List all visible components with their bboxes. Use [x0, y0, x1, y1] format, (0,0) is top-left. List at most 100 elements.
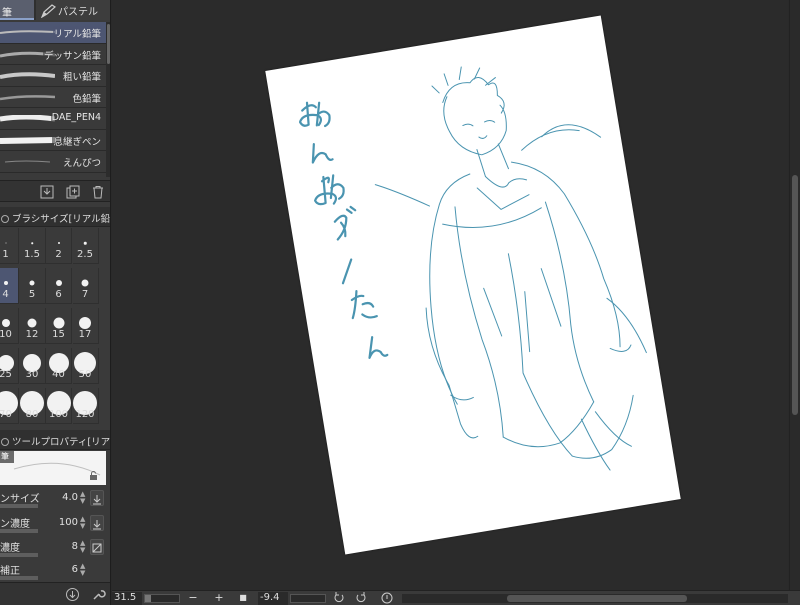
brush-group-tabs: 筆 パステル	[0, 0, 110, 20]
property-value[interactable]: 8	[72, 541, 78, 552]
property-slider[interactable]	[0, 553, 38, 557]
trash-icon[interactable]	[91, 185, 105, 199]
brush-size-cell[interactable]: 80	[19, 388, 46, 424]
property-slider[interactable]	[0, 576, 38, 580]
rotation-slider[interactable]	[290, 594, 326, 603]
brush-size-cell[interactable]: 1	[0, 228, 19, 264]
pressure-button[interactable]	[90, 515, 104, 531]
brush-size-cell[interactable]: 30	[19, 348, 46, 384]
brush-size-label: 2	[55, 249, 62, 260]
property-value[interactable]: 4.0	[62, 492, 78, 503]
settings-icon	[1, 438, 9, 446]
brush-size-header[interactable]: ブラシサイズ[リアル鉛筆	[0, 207, 110, 227]
brush-size-cell[interactable]: 100	[46, 388, 72, 424]
spinner[interactable]: ▲ ▼	[80, 491, 88, 505]
property-value[interactable]: 100	[59, 517, 78, 528]
handwriting-text	[298, 101, 389, 359]
rotation-angle-field[interactable]: -9.4	[258, 592, 288, 605]
property-value[interactable]: 6	[72, 564, 78, 575]
zoom-out-button[interactable]: −	[186, 591, 200, 605]
tab-pencil[interactable]: 筆	[0, 0, 34, 20]
download-icon[interactable]	[40, 185, 54, 199]
rotate-left-icon[interactable]	[332, 591, 346, 605]
brush-item[interactable]: デッサン鉛筆	[0, 43, 106, 65]
brush-stroke-preview	[0, 94, 55, 100]
slash-box-button[interactable]	[90, 539, 104, 555]
pressure-icon	[93, 520, 101, 530]
app-window: 筆 パステル リアル鉛筆 デッサン鉛筆 粗い鉛筆 色鉛筆 DAE_PEN4 息継…	[0, 0, 800, 605]
status-bar: 31.5 − + ■ -9.4	[112, 590, 800, 605]
brush-size-dot	[1, 319, 10, 327]
left-panel: 筆 パステル リアル鉛筆 デッサン鉛筆 粗い鉛筆 色鉛筆 DAE_PEN4 息継…	[0, 0, 111, 605]
pastel-pen-icon	[40, 4, 56, 18]
brush-size-label: 6	[55, 289, 62, 300]
brush-list-scrollbar[interactable]	[106, 22, 110, 177]
brush-size-cell[interactable]: 120	[72, 388, 99, 424]
brush-size-cell[interactable]: 7	[72, 268, 99, 304]
tool-property-header[interactable]: ツールプロパティ[リアル	[0, 430, 110, 450]
brush-size-label: 12	[25, 329, 39, 340]
brush-item[interactable]: 息継ぎペン	[0, 129, 106, 151]
reset-rotation-icon[interactable]	[380, 591, 394, 605]
property-label: 濃度	[0, 543, 20, 554]
download-circle-icon[interactable]	[65, 587, 80, 602]
brush-size-label: 7	[81, 289, 89, 300]
pressure-icon	[93, 495, 101, 505]
brush-size-label: 50	[78, 369, 92, 380]
brush-size-cell[interactable]: 25	[0, 348, 19, 384]
wrench-icon[interactable]	[91, 587, 106, 602]
property-label: ンサイズ	[0, 494, 40, 505]
brush-size-cell[interactable]: 5	[19, 268, 46, 304]
canvas-vertical-scrollbar[interactable]	[789, 0, 800, 590]
settings-icon	[1, 215, 9, 223]
brush-size-cell[interactable]: 70	[0, 388, 19, 424]
scroll-thumb[interactable]	[792, 175, 798, 415]
brush-preview: 筆	[0, 451, 106, 485]
brush-size-cell[interactable]: 10	[0, 308, 19, 344]
brush-size-label: 17	[78, 329, 92, 340]
spinner[interactable]: ▲ ▼	[80, 563, 88, 577]
fit-button[interactable]: ■	[236, 591, 250, 605]
zoom-level-field[interactable]: 31.5	[112, 592, 142, 605]
brush-size-cell[interactable]: 4	[0, 268, 19, 304]
brush-item[interactable]: えんぴつ	[0, 151, 106, 173]
brush-item[interactable]: 色鉛筆	[0, 86, 106, 108]
brush-size-label: 5	[28, 289, 36, 300]
duplicate-icon[interactable]	[66, 185, 80, 199]
pressure-button[interactable]	[90, 490, 104, 506]
canvas-horizontal-scrollbar[interactable]	[402, 594, 788, 603]
brush-name: DAE_PEN4	[50, 112, 102, 123]
brush-size-cell[interactable]: 1.5	[19, 228, 46, 264]
brush-stroke-preview	[0, 30, 55, 34]
rotate-right-icon[interactable]	[354, 591, 368, 605]
scroll-thumb[interactable]	[107, 24, 110, 64]
brush-size-cell[interactable]: 40	[46, 348, 72, 384]
spinner[interactable]: ▲ ▼	[80, 516, 88, 530]
brush-size-cell[interactable]: 6	[46, 268, 72, 304]
brush-name: 色鉛筆	[71, 90, 102, 105]
brush-size-cell[interactable]: 2	[46, 228, 72, 264]
brush-item[interactable]: リアル鉛筆	[0, 22, 106, 44]
brush-item[interactable]: 粗い鉛筆	[0, 65, 106, 87]
tab-pastel[interactable]: パステル	[36, 0, 110, 20]
property-slider[interactable]	[0, 529, 38, 533]
brush-size-cell[interactable]: 50	[72, 348, 99, 384]
brush-item[interactable]: DAE_PEN4	[0, 108, 106, 130]
brush-size-cell[interactable]: 12	[19, 308, 46, 344]
brush-size-cell[interactable]: 17	[72, 308, 99, 344]
brush-size-cell[interactable]: 15	[46, 308, 72, 344]
slash-box-icon	[92, 543, 102, 553]
scroll-thumb[interactable]	[507, 595, 687, 602]
zoom-in-button[interactable]: +	[212, 591, 226, 605]
property-slider[interactable]	[0, 504, 38, 508]
property-brush-size: ンサイズ 4.0 ▲ ▼	[0, 488, 106, 512]
brush-size-label: 4	[2, 289, 9, 300]
brush-size-dot	[31, 242, 33, 244]
spinner[interactable]: ▲ ▼	[80, 540, 88, 554]
brush-size-cell[interactable]: 2.5	[72, 228, 99, 264]
brush-stroke-preview	[0, 72, 55, 79]
zoom-slider[interactable]	[144, 594, 180, 603]
brush-size-dot	[29, 280, 35, 286]
lock-icon[interactable]	[89, 471, 98, 480]
brush-stroke-preview	[4, 160, 51, 163]
